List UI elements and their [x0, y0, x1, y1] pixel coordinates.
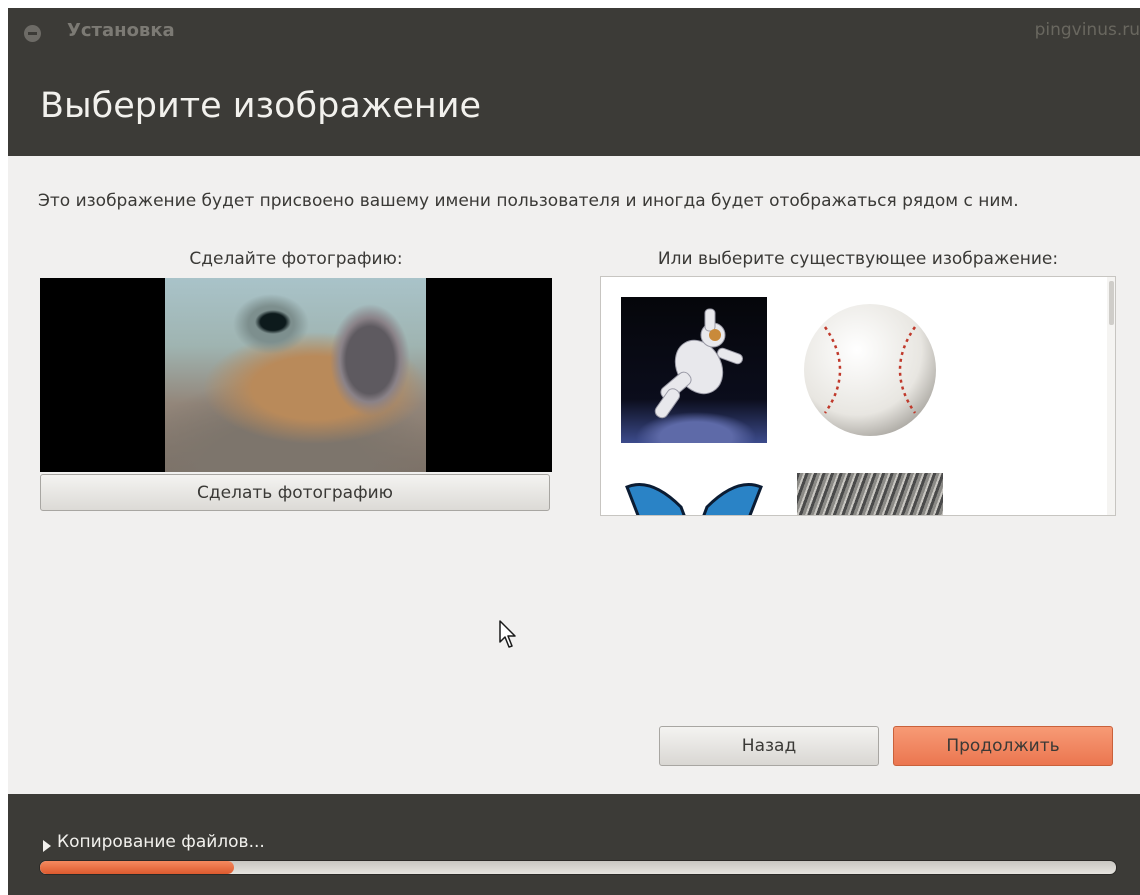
continue-button[interactable]: Продолжить [893, 726, 1113, 766]
gallery-item-dog[interactable] [797, 473, 943, 515]
description-text: Это изображение будет присвоено вашему и… [38, 191, 1019, 211]
webcam-preview [40, 278, 552, 472]
cursor-icon [499, 620, 519, 654]
back-button[interactable]: Назад [659, 726, 879, 766]
watermark: pingvinus.ru [1034, 20, 1140, 40]
scrollbar-thumb[interactable] [1109, 281, 1114, 325]
window-title: Установка [67, 20, 175, 41]
astronaut-icon [654, 308, 744, 419]
progress-footer: Копирование файлов... [8, 794, 1140, 895]
take-photo-button[interactable]: Сделать фотографию [40, 474, 550, 511]
page-header: Выберите изображение [8, 55, 1140, 156]
gallery-item-baseball[interactable] [797, 297, 943, 443]
butterfly-icon [625, 483, 763, 515]
webcam-label: Сделайте фотографию: [189, 249, 403, 269]
progress-fill [40, 861, 234, 874]
webcam-image [165, 278, 426, 472]
gallery-item-butterfly[interactable] [621, 473, 767, 515]
progress-status: Копирование файлов... [57, 832, 265, 852]
gallery-scrollbar[interactable] [1107, 277, 1115, 515]
baseball-icon [804, 304, 936, 436]
progress-bar [39, 860, 1117, 875]
titlebar: Установка pingvinus.ru [8, 8, 1140, 55]
installer-window: Установка pingvinus.ru Выберите изображе… [8, 8, 1140, 895]
gallery-item-astronaut[interactable] [621, 297, 767, 443]
expander-arrow-icon[interactable] [43, 840, 51, 852]
image-gallery [600, 276, 1116, 516]
page-title: Выберите изображение [40, 86, 482, 126]
gallery-label: Или выберите существующее изображение: [657, 249, 1059, 269]
close-icon[interactable] [24, 25, 41, 42]
